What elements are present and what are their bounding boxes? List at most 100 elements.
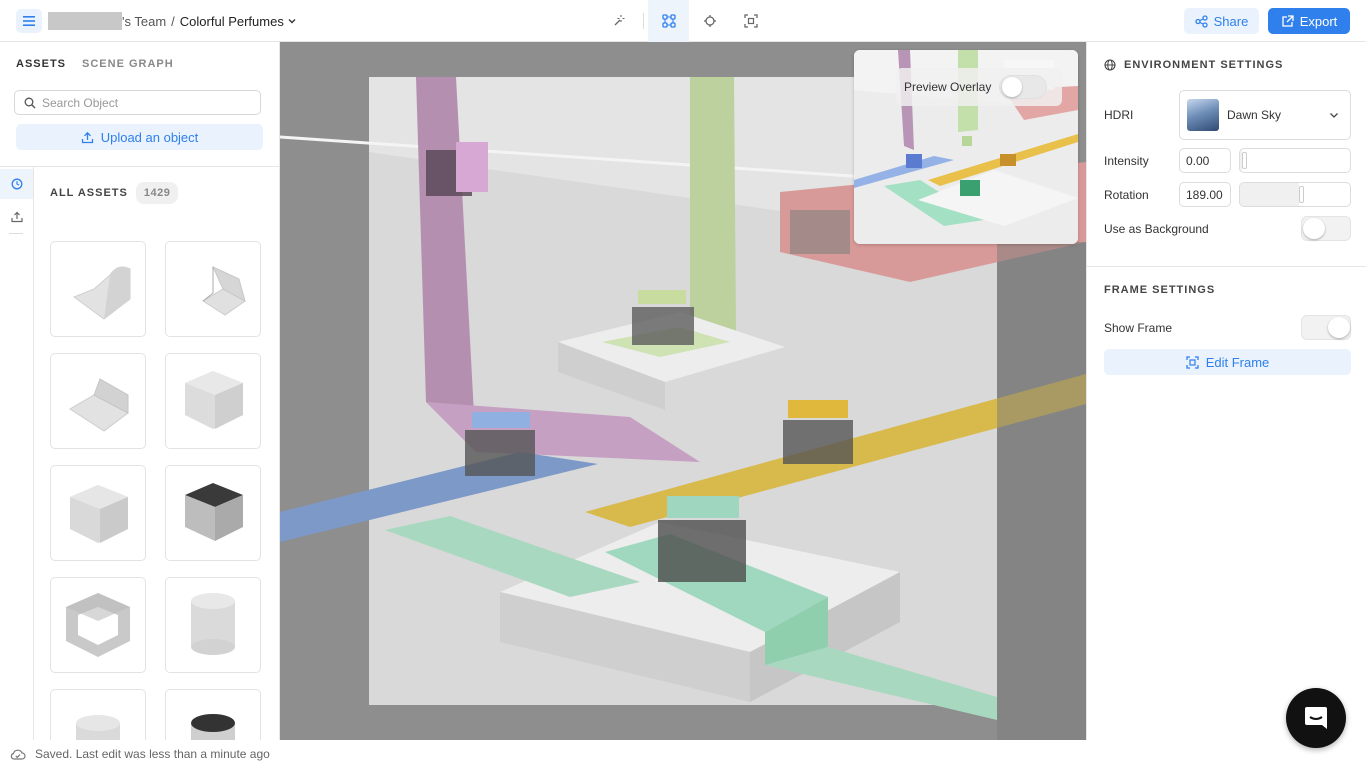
slider-handle[interactable] xyxy=(1242,152,1247,169)
environment-settings-title: ENVIRONMENT SETTINGS xyxy=(1124,59,1284,71)
assets-panel: ASSETS SCENE GRAPH Upload an object ALL … xyxy=(0,42,280,740)
edit-frame-label: Edit Frame xyxy=(1205,354,1270,370)
asset-tile-rounded-cube[interactable] xyxy=(50,465,146,561)
3d-viewport[interactable]: Preview Overlay xyxy=(280,42,1086,740)
frame-settings-header: FRAME SETTINGS xyxy=(1104,284,1215,296)
export-button[interactable]: Export xyxy=(1268,8,1350,34)
rounded-cube-thumbnail xyxy=(70,485,128,543)
toolbar-divider xyxy=(643,13,644,29)
top-bar: 's Team / Colorful Perfumes Share Export xyxy=(0,0,1366,42)
cloud-check-icon xyxy=(10,749,26,760)
curved-backdrop-thumbnail xyxy=(72,266,131,320)
corner-backdrop-thumbnail xyxy=(202,265,246,316)
section-divider xyxy=(1087,266,1366,267)
uploads-button[interactable] xyxy=(0,202,33,232)
move-nodes-tool[interactable] xyxy=(648,0,689,42)
rail-divider xyxy=(9,233,23,234)
environment-settings-header: ENVIRONMENT SETTINGS xyxy=(1104,59,1283,71)
viewport-toolbar xyxy=(598,0,771,42)
hamburger-icon xyxy=(23,16,35,26)
hdri-select[interactable]: Dawn Sky xyxy=(1179,90,1351,140)
use-as-background-toggle[interactable] xyxy=(1301,216,1351,241)
asset-tile-glass-cube[interactable] xyxy=(50,577,146,673)
side-rail xyxy=(0,167,34,740)
chevron-down-icon[interactable] xyxy=(287,16,297,26)
asset-tile-corner-backdrop[interactable] xyxy=(165,241,261,337)
asset-tile-dark-cube[interactable] xyxy=(165,465,261,561)
move-nodes-icon xyxy=(661,14,676,28)
rotation-slider[interactable] xyxy=(1239,182,1351,207)
all-assets-header: ALL ASSETS 1429 xyxy=(50,182,179,204)
magic-wand-icon xyxy=(614,15,624,26)
frame-focus-tool[interactable] xyxy=(730,0,771,42)
rotation-input[interactable]: 189.00 xyxy=(1179,182,1231,207)
asset-tile-curved-backdrop[interactable] xyxy=(50,241,146,337)
chevron-down-icon xyxy=(1330,113,1338,118)
status-bar: Saved. Last edit was less than a minute … xyxy=(0,740,1366,768)
upload-icon xyxy=(81,131,93,143)
search-box[interactable] xyxy=(14,90,261,115)
preview-window[interactable]: Preview Overlay xyxy=(854,50,1078,244)
frame-settings-title: FRAME SETTINGS xyxy=(1104,284,1216,296)
cylinder-thumbnail xyxy=(191,593,235,655)
intensity-label: Intensity xyxy=(1104,154,1149,168)
slider-handle[interactable] xyxy=(1298,186,1304,203)
bent-plane-thumbnail xyxy=(69,378,129,432)
upload-object-button[interactable]: Upload an object xyxy=(16,124,263,150)
magic-wand-tool[interactable] xyxy=(598,0,639,42)
asset-tile-cube[interactable] xyxy=(165,353,261,449)
glass-cube-thumbnail xyxy=(66,593,130,657)
slider-fill xyxy=(1240,183,1299,206)
tab-assets[interactable]: ASSETS xyxy=(16,58,66,70)
edit-frame-button[interactable]: Edit Frame xyxy=(1104,349,1351,375)
preview-overlay-label: Preview Overlay xyxy=(904,80,992,94)
asset-tile-bent-plane[interactable] xyxy=(50,353,146,449)
show-frame-toggle[interactable] xyxy=(1301,315,1351,340)
panel-divider xyxy=(0,166,279,167)
cube-thumbnail xyxy=(185,371,243,429)
dark-cube-thumbnail xyxy=(185,483,243,541)
rotation-label: Rotation xyxy=(1104,188,1149,202)
chat-icon xyxy=(1305,707,1327,729)
target-icon xyxy=(703,15,716,27)
asset-count-badge: 1429 xyxy=(135,182,179,204)
asset-tile-cylinder[interactable] xyxy=(165,577,261,673)
search-icon xyxy=(24,97,36,108)
preview-overlay-control: Preview Overlay xyxy=(896,68,1062,106)
share-label: Share xyxy=(1213,13,1249,29)
export-label: Export xyxy=(1299,13,1338,29)
preview-overlay-toggle[interactable] xyxy=(999,75,1048,99)
all-assets-label: ALL ASSETS xyxy=(50,187,128,199)
tab-scene-graph[interactable]: SCENE GRAPH xyxy=(82,58,174,70)
upload-label: Upload an object xyxy=(100,129,199,145)
frame-focus-icon xyxy=(743,14,758,28)
menu-button[interactable] xyxy=(16,9,42,33)
asset-tile-cylinder-2[interactable] xyxy=(50,689,146,740)
toggle-knob xyxy=(1303,218,1325,239)
upload-tray-icon xyxy=(10,211,23,223)
hdri-thumbnail xyxy=(1187,99,1219,131)
breadcrumb-team[interactable]: 's Team xyxy=(122,14,166,29)
clock-icon xyxy=(11,178,22,190)
intensity-slider[interactable] xyxy=(1239,148,1351,173)
globe-icon xyxy=(1104,59,1116,71)
share-icon xyxy=(1194,14,1208,28)
asset-tile-dark-cylinder[interactable] xyxy=(165,689,261,740)
breadcrumb: 's Team / Colorful Perfumes xyxy=(48,12,297,30)
use-as-background-label: Use as Background xyxy=(1104,222,1209,236)
panel-tabs: ASSETS SCENE GRAPH xyxy=(16,58,174,70)
search-input[interactable] xyxy=(42,95,242,110)
toggle-knob xyxy=(1328,317,1350,338)
support-chat-button[interactable] xyxy=(1286,688,1346,748)
intensity-input[interactable]: 0.00 xyxy=(1179,148,1231,173)
target-tool[interactable] xyxy=(689,0,730,42)
breadcrumb-separator: / xyxy=(171,13,175,29)
breadcrumb-project[interactable]: Colorful Perfumes xyxy=(180,14,284,29)
recent-assets-button[interactable] xyxy=(0,169,33,199)
settings-panel: ENVIRONMENT SETTINGS HDRI Dawn Sky Inten… xyxy=(1086,42,1366,740)
hdri-value: Dawn Sky xyxy=(1227,108,1282,122)
redacted-team-name xyxy=(48,12,122,30)
toggle-knob xyxy=(1002,77,1023,97)
share-button[interactable]: Share xyxy=(1184,8,1259,34)
dark-cylinder-thumbnail xyxy=(191,714,235,740)
